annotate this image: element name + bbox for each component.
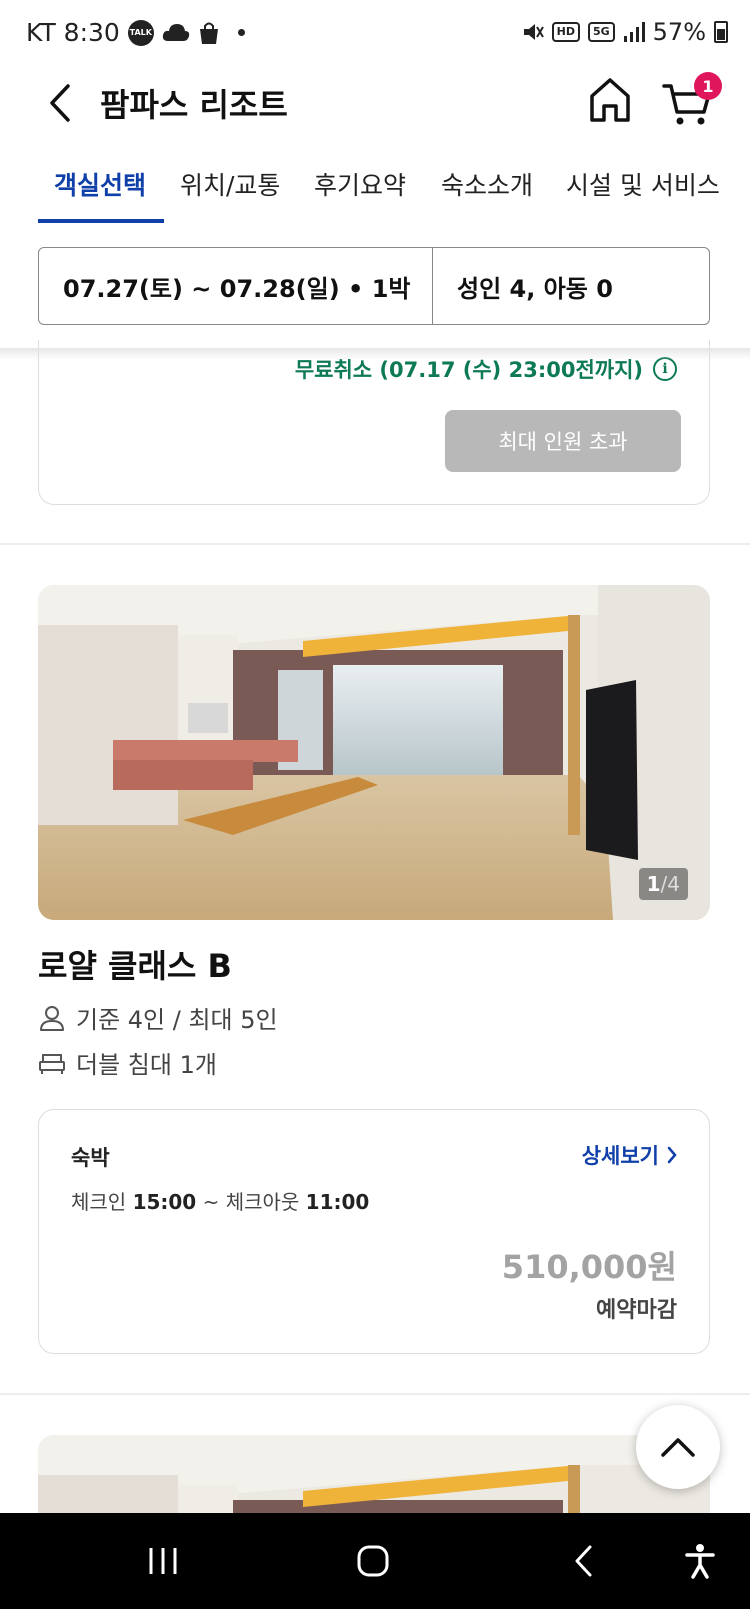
back-nav-icon [575, 1545, 592, 1577]
cart-button[interactable]: 1 [662, 72, 722, 128]
home-nav-button[interactable] [353, 1541, 393, 1581]
rate-card: 숙박 상세보기 체크인 15:00 ~ 체크아웃 11:00 510,000원 … [38, 1109, 710, 1354]
active-tab-indicator [38, 219, 164, 223]
home-button[interactable] [586, 74, 634, 126]
room-photo-image [38, 585, 710, 920]
cart-badge: 1 [694, 72, 722, 100]
tab-location[interactable]: 위치/교통 [180, 166, 280, 202]
room-capacity: 기준 4인 / 최대 5인 [38, 1000, 278, 1035]
hd-icon: HD [551, 22, 580, 42]
cloud-icon [162, 23, 189, 41]
room-photo[interactable]: 1/4 [38, 585, 710, 920]
page-title: 팜파스 리조트 [100, 86, 288, 124]
accessibility-button[interactable] [680, 1541, 720, 1581]
section-divider [0, 543, 750, 545]
recent-apps-button[interactable] [143, 1541, 183, 1581]
carrier-time: KT 8:30 [26, 18, 120, 47]
mute-icon [523, 24, 544, 40]
next-room-photo-image [38, 1435, 710, 1513]
booking-closed-label: 예약마감 [596, 1298, 677, 1323]
previous-rate-card: 무료취소 (07.17 (수) 23:00전까지) i 최대 인원 초과 [38, 340, 710, 505]
header-shadow [0, 348, 750, 360]
date-selector[interactable]: 07.27(토) ~ 07.28(일) • 1박 [39, 248, 433, 324]
room-name: 로얄 클래스 B [38, 947, 232, 985]
tab-room-select[interactable]: 객실선택 [54, 166, 146, 202]
status-bar: KT 8:30 TALK HD 5G 57% [0, 0, 750, 66]
back-button[interactable] [40, 78, 80, 128]
person-icon [40, 1005, 64, 1031]
bed-icon [39, 1053, 65, 1074]
battery-percent: 57% [652, 18, 706, 46]
check-in-out-times: 체크인 15:00 ~ 체크아웃 11:00 [71, 1190, 370, 1214]
tab-introduction[interactable]: 숙소소개 [441, 166, 533, 202]
scroll-to-top-button[interactable] [636, 1405, 720, 1489]
tab-facilities[interactable]: 시설 및 서비스 [566, 166, 720, 202]
section-divider [0, 1393, 750, 1395]
tab-bar: 객실선택 위치/교통 후기요약 숙소소개 시설 및 서비스 [0, 162, 750, 224]
network-5g-icon: 5G [587, 22, 615, 42]
details-link[interactable]: 상세보기 [582, 1140, 677, 1170]
chevron-up-icon [661, 1438, 695, 1457]
system-nav-bar [0, 1513, 750, 1609]
stay-selector: 07.27(토) ~ 07.28(일) • 1박 성인 4, 아동 0 [38, 247, 710, 325]
chevron-left-icon [50, 84, 70, 122]
shopping-bag-icon [199, 22, 218, 44]
tab-reviews[interactable]: 후기요약 [314, 166, 406, 202]
room-bed: 더블 침대 1개 [38, 1045, 217, 1080]
accessibility-icon [685, 1544, 715, 1579]
home-icon [590, 78, 630, 122]
signal-icon [623, 22, 645, 42]
chevron-right-icon [667, 1146, 677, 1164]
max-guests-exceeded-button[interactable]: 최대 인원 초과 [445, 410, 681, 472]
info-icon[interactable]: i [653, 357, 677, 381]
details-link-label: 상세보기 [581, 1144, 659, 1168]
battery-icon [714, 21, 728, 43]
next-room-photo[interactable] [38, 1435, 710, 1513]
app-header: 팜파스 리조트 1 [0, 66, 750, 162]
notification-dot-icon [237, 29, 245, 36]
photo-counter: 1/4 [638, 868, 688, 900]
bed-text: 더블 침대 1개 [76, 1051, 217, 1079]
guest-selector[interactable]: 성인 4, 아동 0 [433, 248, 709, 324]
capacity-text: 기준 4인 / 최대 5인 [76, 1006, 278, 1034]
kakaotalk-icon: TALK [127, 19, 154, 46]
price: 510,000원 [501, 1248, 677, 1286]
home-nav-icon [357, 1545, 389, 1577]
recent-apps-icon [149, 1548, 177, 1574]
back-nav-button[interactable] [563, 1541, 603, 1581]
rate-type: 숙박 [71, 1146, 110, 1170]
